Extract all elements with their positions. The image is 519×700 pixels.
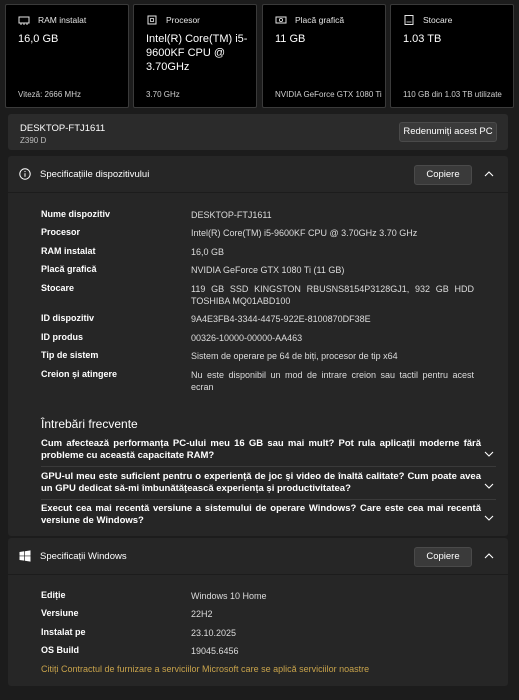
info-icon [19,168,31,180]
summary-cards: RAM instalat 16,0 GB Viteză: 2666 MHz Pr… [5,4,514,108]
card-ram: RAM instalat 16,0 GB Viteză: 2666 MHz [5,4,129,108]
spec-value: 23.10.2025 [191,628,237,638]
divider [41,466,496,467]
faq-title: Întrebări frecvente [41,417,138,431]
chevron-down-icon[interactable] [484,450,494,458]
device-specs-section: Specificațiile dispozitivului Copiere Nu… [8,156,508,536]
pc-name-bar: DESKTOP-FTJ1611 Z390 D Redenumiți acest … [8,114,508,150]
card-footer: 110 GB din 1.03 TB utilizate [403,90,502,99]
spec-label: Instalat pe [41,627,86,637]
spec-label: OS Build [41,645,79,655]
card-title: RAM instalat [38,15,87,25]
spec-value: 22H2 [191,609,213,619]
card-processor: Procesor Intel(R) Core(TM) i5-9600KF CPU… [133,4,257,108]
faq-item-windows-version[interactable]: Execut cea mai recentă versiune a sistem… [41,503,481,527]
spec-label: Ediție [41,590,66,600]
card-footer: 3.70 GHz [146,90,180,99]
windows-logo-icon [19,550,31,562]
spec-value: Sistem de operare pe 64 de biți, proceso… [191,351,398,361]
spec-value: Intel(R) Core(TM) i5-9600KF CPU @ 3.70GH… [191,228,418,238]
card-title: Placă grafică [295,15,345,25]
card-title: Procesor [166,15,201,25]
spec-value: DESKTOP-FTJ1611 [191,210,272,220]
spec-label: Tip de sistem [41,350,99,360]
spec-label: Stocare [41,283,75,293]
divider [8,574,508,575]
spec-value: Windows 10 Home [191,591,267,601]
spec-value: NVIDIA GeForce GTX 1080 Ti (11 GB) [191,265,345,275]
card-value: Intel(R) Core(TM) i5-9600KF CPU @ 3.70GH… [146,33,248,73]
spec-value: Nu este disponibil un mod de intrare cre… [191,370,474,392]
card-title: Stocare [423,15,453,25]
card-value: 1.03 TB [403,33,442,45]
spec-label: Placă grafică [41,264,97,274]
device-specs-title: Specificațiile dispozitivului [40,169,150,180]
chevron-down-icon[interactable] [484,514,494,522]
pc-model: Z390 D [20,136,47,145]
spec-value[interactable]: 9A4E3FB4-3344-4475-922E-8100870DF38E [191,313,474,325]
card-storage: Stocare 1.03 TB 110 GB din 1.03 TB utili… [390,4,514,108]
chevron-up-icon[interactable] [484,552,494,560]
chevron-down-icon[interactable] [484,482,494,490]
device-specs-header[interactable]: Specificațiile dispozitivului Copiere [8,156,508,192]
copy-windows-specs-button[interactable]: Copiere [414,547,472,567]
graphics-card-icon [275,16,287,24]
windows-specs-title: Specificații Windows [40,551,127,562]
rename-pc-button[interactable]: Redenumiți acest PC [399,122,497,142]
spec-label: Nume dispozitiv [41,209,111,219]
spec-value: 16,0 GB [191,247,225,257]
processor-icon [147,15,157,25]
card-footer: NVIDIA GeForce GTX 1080 Ti [275,90,382,99]
faq-item-gpu[interactable]: GPU-ul meu este suficient pentru o exper… [41,471,481,495]
windows-specs-section: Specificații Windows Copiere Ediție Wind… [8,538,508,686]
card-graphics: Placă grafică 11 GB NVIDIA GeForce GTX 1… [262,4,386,108]
spec-label: Procesor [41,227,81,237]
card-footer: Viteză: 2666 MHz [18,90,81,99]
divider [41,499,496,500]
divider [8,192,508,193]
services-agreement-link[interactable]: Citiți Contractul de furnizare a servici… [41,664,369,674]
ram-icon [18,16,30,25]
spec-label: ID dispozitiv [41,313,95,323]
storage-icon [404,15,414,25]
spec-label: RAM instalat [41,246,96,256]
spec-value[interactable]: 00326-10000-00000-AA463 [191,332,474,344]
spec-label: Creion și atingere [41,369,118,379]
pc-name: DESKTOP-FTJ1611 [20,123,106,134]
spec-label: Versiune [41,608,79,618]
copy-device-specs-button[interactable]: Copiere [414,165,472,185]
chevron-up-icon[interactable] [484,170,494,178]
windows-specs-header[interactable]: Specificații Windows Copiere [8,538,508,574]
card-value: 11 GB [275,33,306,45]
faq-item-ram[interactable]: Cum afectează performanța PC-ului meu 16… [41,438,481,462]
spec-label: ID produs [41,332,83,342]
card-value: 16,0 GB [18,33,59,45]
spec-value: 119 GB SSD KINGSTON RBUSNS8154P3128GJ1, … [191,284,474,306]
spec-value: 19045.6456 [191,646,239,656]
